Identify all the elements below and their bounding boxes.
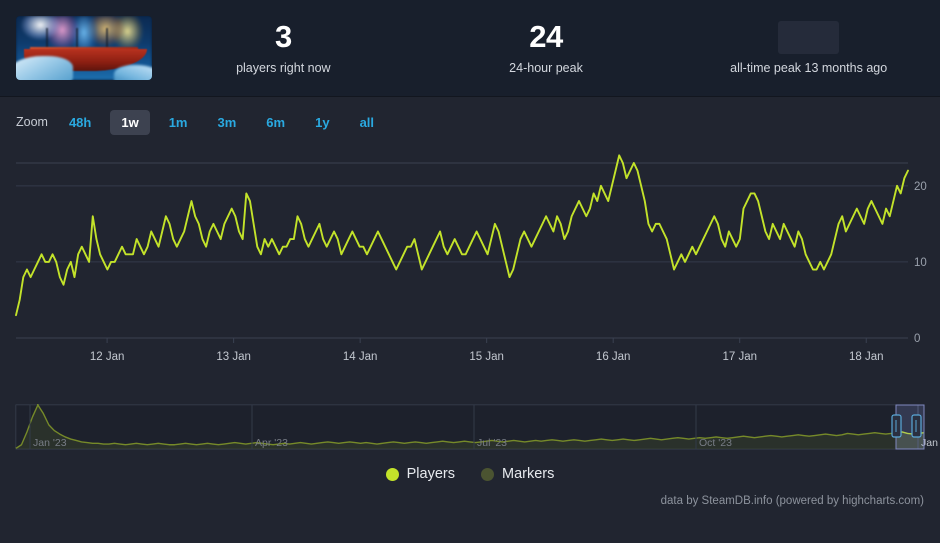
main-chart-svg[interactable]: 0 10 20 12 Jan 13 Jan 14 Jan 15 Jan 16 Jan 17 J… (0, 147, 940, 399)
legend-label-markers: Markers (501, 466, 555, 482)
svg-text:14 Jan: 14 Jan (343, 351, 378, 363)
capsule-ice-right (113, 64, 152, 80)
chart-legend: Players Markers (0, 457, 940, 491)
game-capsule-image[interactable] (16, 16, 152, 80)
stat-label-24-hour-peak: 24-hour peak (509, 60, 583, 75)
chart-navigator[interactable]: Jan '23Apr '23Jul '23Oct '23Jan (0, 399, 940, 457)
legend-dot-players-icon (385, 467, 399, 481)
navigator-range-handles[interactable] (16, 404, 925, 450)
range-button-48h[interactable]: 48h (58, 110, 102, 135)
x-axis-labels: 12 Jan 13 Jan 14 Jan 15 Jan 16 Jan 17 Jan 18 J… (16, 337, 908, 363)
stat-24-hour-peak: 24 24-hour peak (415, 21, 678, 75)
svg-text:16 Jan: 16 Jan (596, 351, 631, 363)
steamdb-player-chart-page: 3 players right now 24 24-hour peak all-… (0, 0, 940, 543)
svg-text:13 Jan: 13 Jan (216, 351, 251, 363)
range-button-1y[interactable]: 1y (304, 110, 340, 135)
legend-item-markers[interactable]: Markers (480, 466, 555, 482)
stat-value-players-right-now: 3 (274, 19, 292, 55)
y-axis-labels: 0 10 20 (914, 181, 927, 345)
svg-text:10: 10 (914, 257, 927, 269)
svg-text:20: 20 (914, 181, 927, 193)
legend-label-players: Players (406, 466, 455, 482)
capsule-ice-left (16, 55, 74, 80)
range-button-3m[interactable]: 3m (207, 110, 248, 135)
svg-text:18 Jan: 18 Jan (849, 351, 884, 363)
svg-text:15 Jan: 15 Jan (469, 351, 504, 363)
stat-players-right-now: 3 players right now (152, 21, 415, 75)
range-button-all[interactable]: all (349, 110, 385, 135)
range-button-6m[interactable]: 6m (255, 110, 296, 135)
range-selector: Zoom 48h 1w 1m 3m 6m 1y all (0, 97, 940, 147)
range-button-1m[interactable]: 1m (158, 110, 199, 135)
range-button-1w[interactable]: 1w (110, 109, 150, 135)
zoom-label: Zoom (16, 115, 48, 129)
legend-item-players[interactable]: Players (385, 466, 455, 482)
svg-text:17 Jan: 17 Jan (722, 351, 757, 363)
stat-label-all-time-peak: all-time peak 13 months ago (730, 60, 888, 75)
stat-value-all-time-peak (778, 21, 839, 54)
navigator-svg[interactable]: Jan '23Apr '23Jul '23Oct '23Jan (0, 399, 940, 457)
stats-header: 3 players right now 24 24-hour peak all-… (0, 0, 940, 97)
svg-text:0: 0 (914, 333, 920, 345)
main-chart[interactable]: 0 10 20 12 Jan 13 Jan 14 Jan 15 Jan 16 Jan 17 J… (0, 147, 940, 399)
chart-gridlines (16, 162, 908, 339)
players-series-line (15, 154, 909, 317)
stat-all-time-peak: all-time peak 13 months ago (677, 21, 940, 75)
svg-text:12 Jan: 12 Jan (90, 351, 125, 363)
stat-value-24-hour-peak: 24 (529, 19, 563, 55)
stat-label-players-right-now: players right now (236, 60, 331, 75)
legend-dot-markers-icon (480, 467, 494, 481)
chart-credit: data by SteamDB.info (powered by highcha… (660, 495, 924, 507)
